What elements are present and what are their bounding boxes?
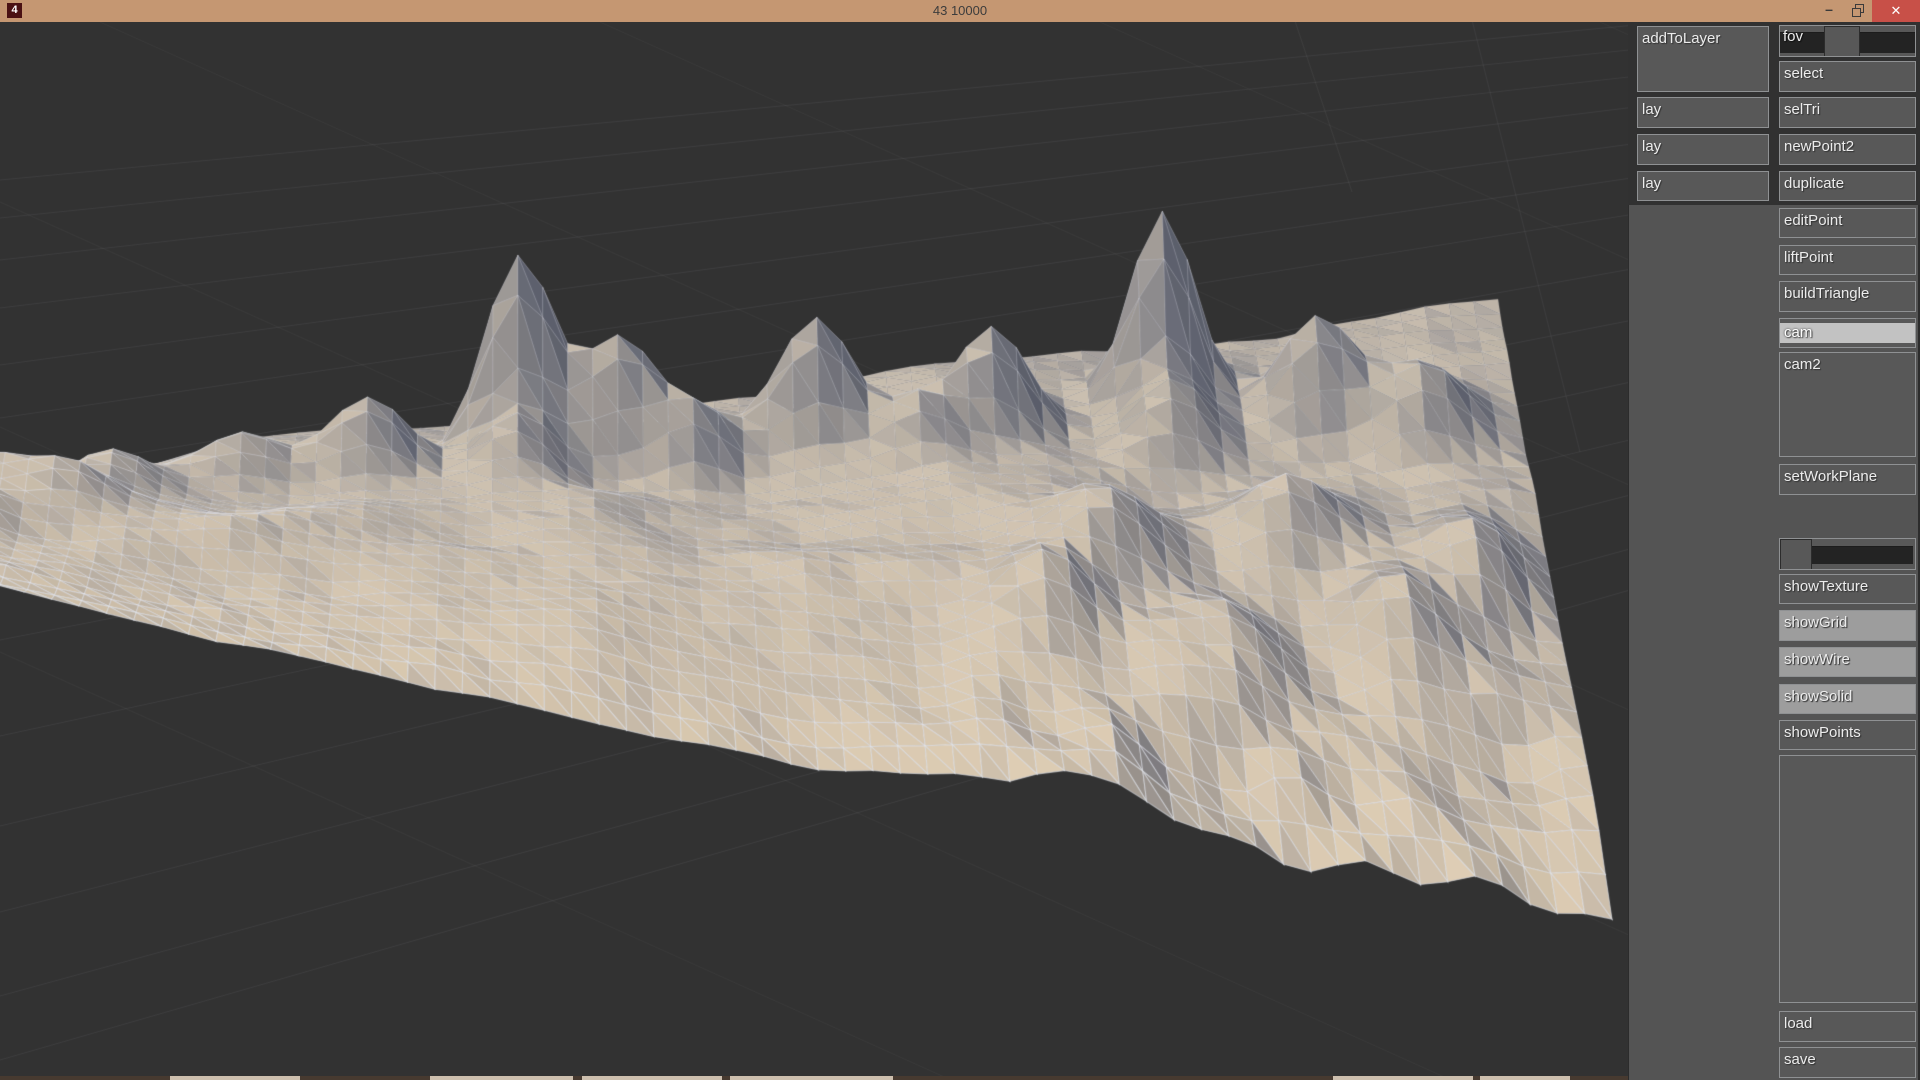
lower-slider-track[interactable]: [1810, 546, 1913, 564]
setworkplane-button[interactable]: setWorkPlane: [1779, 464, 1916, 495]
newpoint2-button[interactable]: newPoint2: [1779, 134, 1916, 165]
load-button[interactable]: load: [1779, 1011, 1916, 1042]
maximize-button[interactable]: [1843, 0, 1872, 22]
cam-button[interactable]: cam: [1779, 318, 1916, 348]
add-to-layer-button[interactable]: addToLayer: [1637, 26, 1769, 92]
viewport-3d-canvas[interactable]: [0, 22, 1628, 1080]
cam2-button[interactable]: cam2: [1779, 352, 1916, 457]
showgrid-toggle[interactable]: showGrid: [1779, 610, 1916, 641]
showsolid-toggle[interactable]: showSolid: [1779, 684, 1916, 714]
fov-label: fov: [1783, 28, 1803, 46]
save-button[interactable]: save: [1779, 1047, 1916, 1078]
window-title: 43 10000: [0, 3, 1920, 18]
bottom-strip: [0, 1076, 1628, 1080]
strip-segment: [1333, 1076, 1473, 1080]
fov-slider-handle[interactable]: [1824, 26, 1860, 57]
buildtriangle-button[interactable]: buildTriangle: [1779, 281, 1916, 312]
duplicate-button[interactable]: duplicate: [1779, 171, 1916, 201]
lay-button-2[interactable]: lay: [1637, 134, 1769, 165]
lay-button-1[interactable]: lay: [1637, 97, 1769, 128]
close-button[interactable]: ✕: [1872, 0, 1920, 22]
editpoint-button[interactable]: editPoint: [1779, 208, 1916, 238]
lower-slider[interactable]: [1779, 538, 1916, 570]
strip-segment: [430, 1076, 573, 1080]
fov-slider[interactable]: fov: [1779, 25, 1916, 57]
showtexture-toggle[interactable]: showTexture: [1779, 574, 1916, 604]
lay-button-3[interactable]: lay: [1637, 171, 1769, 201]
select-button[interactable]: select: [1779, 61, 1916, 92]
liftpoint-button[interactable]: liftPoint: [1779, 245, 1916, 275]
restore-icon: [1853, 6, 1861, 14]
minimize-button[interactable]: –: [1815, 0, 1843, 22]
cam-field[interactable]: cam: [1780, 323, 1915, 343]
showwire-toggle[interactable]: showWire: [1779, 647, 1916, 677]
strip-segment: [730, 1076, 893, 1080]
empty-list-box[interactable]: [1779, 755, 1916, 1003]
titlebar: 4 43 10000 – ✕: [0, 0, 1920, 22]
showpoints-toggle[interactable]: showPoints: [1779, 720, 1916, 750]
strip-segment: [582, 1076, 722, 1080]
strip-segment: [170, 1076, 300, 1080]
sidebar: addToLayer lay lay lay fov select selTri…: [1628, 22, 1920, 1080]
lower-slider-handle[interactable]: [1780, 539, 1812, 570]
seltri-button[interactable]: selTri: [1779, 97, 1916, 128]
strip-segment: [1480, 1076, 1570, 1080]
